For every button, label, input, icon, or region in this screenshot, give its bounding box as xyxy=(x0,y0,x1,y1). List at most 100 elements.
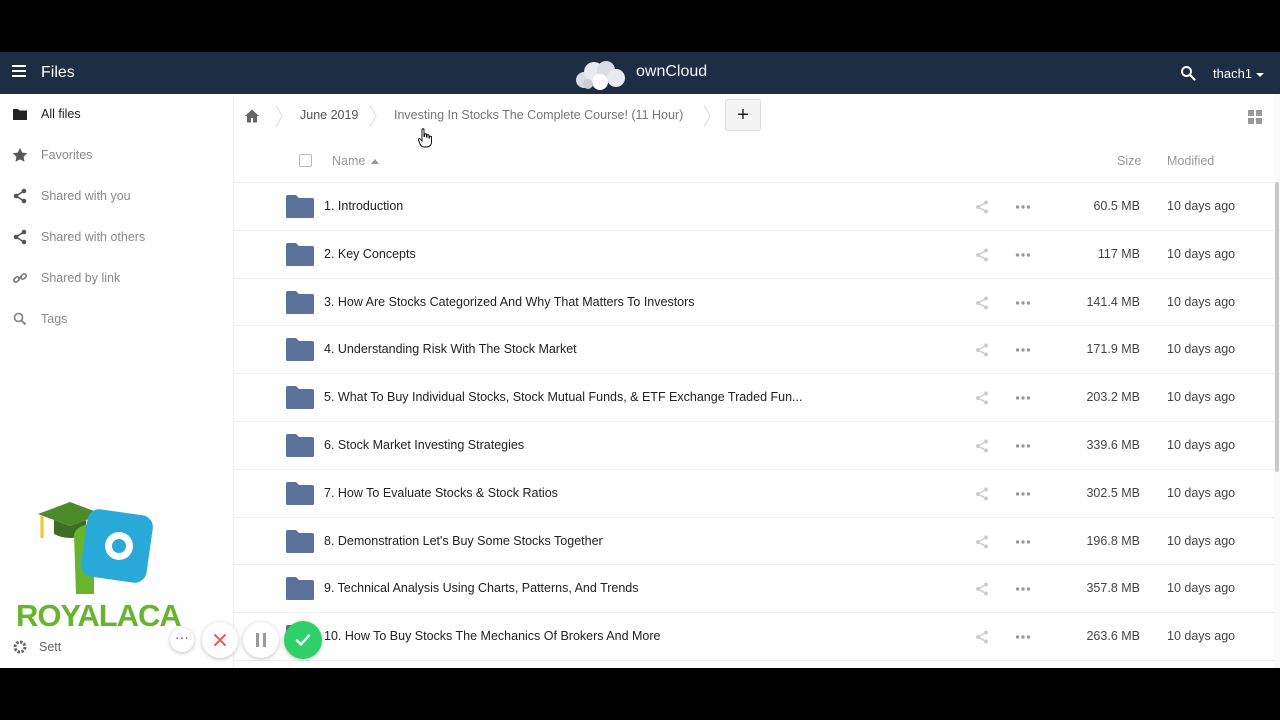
share-icon[interactable] xyxy=(975,248,989,262)
more-actions-icon[interactable] xyxy=(1014,437,1032,455)
more-actions-icon[interactable] xyxy=(1014,294,1032,312)
more-actions-icon[interactable] xyxy=(1014,628,1032,646)
confirm-button[interactable] xyxy=(284,621,322,659)
sidebar-item-favorites[interactable]: Favorites xyxy=(0,135,234,175)
add-new-button[interactable]: + xyxy=(725,99,761,131)
sidebar-item-all-files[interactable]: All files xyxy=(0,94,234,134)
check-icon xyxy=(295,634,311,646)
file-name[interactable]: 4. Understanding Risk With The Stock Mar… xyxy=(324,342,577,356)
file-size: 196.8 MB xyxy=(1086,533,1140,548)
share-icon[interactable] xyxy=(975,391,989,405)
folder-icon xyxy=(286,433,314,457)
more-actions-icon[interactable] xyxy=(1014,389,1032,407)
breadcrumb-item[interactable]: June 2019 xyxy=(300,108,358,122)
file-name[interactable]: 5. What To Buy Individual Stocks, Stock … xyxy=(324,390,802,404)
file-size: 263.6 MB xyxy=(1086,629,1140,644)
file-name[interactable]: 6. Stock Market Investing Strategies xyxy=(324,438,524,452)
breadcrumb-separator-icon xyxy=(703,104,711,128)
file-name[interactable]: 8. Demonstration Let's Buy Some Stocks T… xyxy=(324,534,603,548)
menu-icon[interactable] xyxy=(12,65,28,81)
folder-icon xyxy=(286,290,314,314)
user-menu[interactable]: thach1 xyxy=(1213,66,1265,81)
file-name[interactable]: 2. Key Concepts xyxy=(324,247,416,261)
more-actions-icon[interactable] xyxy=(1014,198,1032,216)
watermark-text: ROYALACA xyxy=(16,598,182,633)
file-name[interactable]: 7. How To Evaluate Stocks & Stock Ratios xyxy=(324,486,558,500)
sort-ascending-icon xyxy=(371,159,380,165)
folder-icon xyxy=(286,577,314,601)
folder-icon xyxy=(286,386,314,410)
table-row[interactable]: 6. Stock Market Investing Strategies 339.… xyxy=(234,422,1274,470)
share-icon[interactable] xyxy=(975,630,989,644)
top-header: Files ownCloud thach1 xyxy=(0,52,1280,94)
sidebar-item-label: Favorites xyxy=(41,148,93,162)
folder-icon xyxy=(286,529,314,553)
file-size: 339.6 MB xyxy=(1086,437,1140,452)
column-header-modified[interactable]: Modified xyxy=(1167,154,1214,168)
more-actions-icon[interactable] xyxy=(1014,341,1032,359)
link-icon xyxy=(12,272,28,284)
table-row[interactable]: 3. How Are Stocks Categorized And Why Th… xyxy=(234,279,1274,327)
file-size: 171.9 MB xyxy=(1086,342,1140,357)
file-name[interactable]: 9. Technical Analysis Using Charts, Patt… xyxy=(324,581,639,595)
share-icon[interactable] xyxy=(975,343,989,357)
cancel-button[interactable] xyxy=(202,622,238,658)
table-row[interactable]: 2. Key Concepts 117 MB 10 days ago xyxy=(234,231,1274,279)
sidebar-item-tags[interactable]: Tags xyxy=(0,299,234,339)
sidebar-item-shared-with-others[interactable]: Shared with others xyxy=(0,217,234,257)
file-name[interactable]: 10. How To Buy Stocks The Mechanics Of B… xyxy=(324,629,661,643)
file-modified: 10 days ago xyxy=(1167,390,1236,405)
folder-icon xyxy=(286,338,314,362)
sidebar-item-shared-with-you[interactable]: Shared with you xyxy=(0,176,234,216)
home-icon[interactable] xyxy=(244,108,260,124)
more-actions-icon[interactable] xyxy=(1014,580,1032,598)
share-icon xyxy=(13,188,27,204)
more-controls-button[interactable]: ··· xyxy=(170,628,194,652)
file-size: 60.5 MB xyxy=(1093,199,1140,213)
more-actions-icon[interactable] xyxy=(1014,533,1032,551)
share-icon[interactable] xyxy=(975,200,989,214)
column-header-size[interactable]: Size xyxy=(1117,154,1141,168)
pause-button[interactable] xyxy=(243,622,279,658)
table-row[interactable]: 9. Technical Analysis Using Charts, Patt… xyxy=(234,565,1274,614)
gear-icon xyxy=(13,640,27,654)
sidebar-item-label: Shared with others xyxy=(41,230,146,244)
close-icon xyxy=(214,634,226,646)
table-row[interactable]: 5. What To Buy Individual Stocks, Stock … xyxy=(234,374,1274,422)
table-row[interactable]: 7. How To Evaluate Stocks & Stock Ratios… xyxy=(234,470,1274,518)
pause-icon xyxy=(256,633,266,647)
grid-view-icon[interactable] xyxy=(1248,110,1262,124)
search-icon xyxy=(13,312,27,326)
scrollbar-thumb[interactable] xyxy=(1275,182,1279,472)
sidebar-item-label: Shared by link xyxy=(41,271,121,285)
file-size: 302.5 MB xyxy=(1086,485,1140,500)
file-modified: 10 days ago xyxy=(1167,342,1236,357)
file-list: 1. Introduction 60.5 MB 10 days ago 2. Key … xyxy=(234,183,1274,668)
select-all-checkbox[interactable] xyxy=(299,154,312,167)
table-row[interactable]: 8. Demonstration Let's Buy Some Stocks T… xyxy=(234,518,1274,566)
more-actions-icon[interactable] xyxy=(1014,246,1032,264)
file-modified: 10 days ago xyxy=(1167,246,1236,261)
share-icon[interactable] xyxy=(975,582,989,596)
table-row[interactable]: 1. Introduction 60.5 MB 10 days ago xyxy=(234,183,1274,231)
folder-icon xyxy=(286,195,314,218)
scrollbar[interactable] xyxy=(1274,94,1280,668)
sidebar-item-shared-by-link[interactable]: Shared by link xyxy=(0,258,234,298)
file-name[interactable]: 1. Introduction xyxy=(324,199,403,213)
more-actions-icon[interactable] xyxy=(1014,485,1032,503)
search-icon[interactable] xyxy=(1180,65,1196,81)
star-icon xyxy=(12,148,28,162)
column-header-name[interactable]: Name xyxy=(332,154,380,168)
file-name[interactable]: 3. How Are Stocks Categorized And Why Th… xyxy=(324,295,695,309)
settings-button[interactable]: Sett xyxy=(0,634,80,662)
table-row[interactable]: 4. Understanding Risk With The Stock Mar… xyxy=(234,326,1274,375)
share-icon[interactable] xyxy=(975,439,989,453)
share-icon[interactable] xyxy=(975,296,989,310)
user-name: thach1 xyxy=(1213,66,1253,81)
breadcrumb-item[interactable]: Investing In Stocks The Complete Course!… xyxy=(394,108,683,122)
breadcrumb-separator-icon xyxy=(369,104,377,128)
share-icon[interactable] xyxy=(975,535,989,549)
share-icon[interactable] xyxy=(975,487,989,501)
chevron-down-icon xyxy=(1256,72,1265,77)
table-row[interactable]: 10. How To Buy Stocks The Mechanics Of B… xyxy=(234,613,1274,661)
